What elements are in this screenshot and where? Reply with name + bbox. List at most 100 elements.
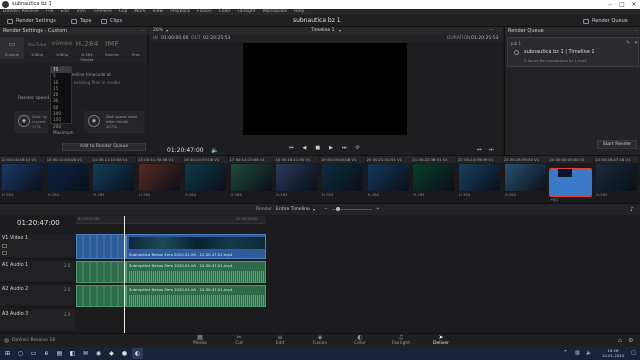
clip-thumbnail-card[interactable]: 16 00:13:57:08 V1 H.264 [182, 156, 228, 204]
render-settings-button[interactable]: Render Settings [4, 17, 59, 25]
page-tab-cut[interactable]: ✂ Cut [224, 335, 254, 347]
page-tab-media[interactable]: ▦ Media [185, 335, 215, 347]
delete-job-icon[interactable]: ✕ [634, 40, 638, 46]
out-timecode[interactable]: 02:20:25:53 [203, 35, 230, 42]
thumb-timecode: 00:21:32:51 [372, 157, 396, 162]
go-to-end-icon[interactable]: ⏭ [342, 145, 347, 151]
windows-start-icon[interactable]: ⊞ [2, 348, 13, 359]
volume-icon[interactable]: 🔈 [584, 348, 595, 359]
render-mode-select[interactable]: Entire Timeline [276, 207, 310, 212]
zoom-out-icon[interactable]: − [324, 207, 328, 212]
thumb-image [504, 164, 546, 191]
chrome-icon[interactable]: ◉ [93, 348, 104, 359]
page-tab-fairlight[interactable]: ♫ Fairlight [386, 335, 416, 347]
notification-area-icon[interactable]: ^ [560, 348, 571, 359]
zoom-slider-handle[interactable] [336, 207, 340, 211]
render-job-card[interactable]: Job 1 ✎ ✕ subnautica bz 1 | Timeline 1 3… [507, 37, 639, 67]
clip-thumbnail-card[interactable]: 24 00:00:00:00 V1 PNG [548, 156, 594, 204]
preset-youtube[interactable]: YouTube 1080p [25, 37, 49, 59]
track-level: 2.0 [64, 312, 71, 317]
pres-logo [125, 40, 147, 49]
store-icon[interactable]: ◧ [67, 348, 78, 359]
tape-button[interactable]: Tape [68, 17, 95, 25]
page-tab-edit[interactable]: ≡ Edit [265, 335, 295, 347]
viewer-zoom[interactable]: 26% [153, 27, 163, 35]
preset-custom[interactable]: ▭ Custom [0, 37, 24, 59]
preset-pres[interactable]: Pres [125, 37, 147, 59]
clip-thumbnail-card[interactable]: 23 00:26:39:55 V1 H.264 [502, 156, 548, 204]
page-tab-fusion[interactable]: ◈ Fusion [305, 335, 335, 347]
viewer-options-icon[interactable]: ⋯ [489, 27, 494, 35]
play-icon[interactable]: ▶ [329, 145, 333, 151]
audio-clip-a2[interactable]: Subnautica Below Zero 2020.01.06 - 12.50… [126, 285, 266, 307]
clip-thumbnail-card[interactable]: 19 00:19:00:08 V1 H.264 [319, 156, 365, 204]
clips-button[interactable]: Clips [98, 17, 125, 25]
video-clip-main[interactable]: Subnautica Below Zero 2020.01.06 - 12.50… [126, 234, 266, 259]
audio-clip-a1[interactable]: Subnautica Below Zero 2020.01.06 - 12.50… [126, 261, 266, 283]
preset-imf[interactable]: IMF Generic [100, 37, 124, 59]
edit-job-icon[interactable]: ✎ [626, 40, 630, 46]
audio-clip[interactable] [76, 285, 126, 307]
stop-icon[interactable]: ■ [315, 145, 320, 151]
mail-icon[interactable]: ✉ [80, 348, 91, 359]
step-back-icon[interactable]: ◀ [303, 145, 307, 151]
loop-icon[interactable]: ⟳ [355, 145, 359, 151]
volume-icon[interactable]: 🔈 [211, 147, 218, 154]
thumb-track: V1 [168, 157, 174, 162]
viewer-screen[interactable] [243, 43, 407, 135]
viewer-timeline-name[interactable]: Timeline 1 [311, 27, 334, 35]
more-icon[interactable]: ⋯ [140, 28, 145, 34]
home-icon[interactable]: ⌂ [618, 337, 622, 344]
render-queue-toggle[interactable]: Render Queue [580, 17, 631, 25]
dropdown-option[interactable]: Maximum [51, 130, 74, 136]
clip-thumbnail-card[interactable]: 25 00:26:47:18 V1 H.264 [594, 156, 640, 204]
clip-thumbnail-card[interactable]: 20 00:21:32:51 V1 H.264 [365, 156, 411, 204]
settings-gear-icon[interactable]: ⚙ [628, 337, 633, 344]
track-header-a2[interactable]: A2 Audio 2 2.0 [0, 285, 75, 307]
page-tab-color[interactable]: ◐ Color [345, 335, 375, 347]
add-to-render-queue-button[interactable]: Add to Render Queue [62, 143, 146, 151]
clip-thumbnail-card[interactable]: 14 00:11:10:08 V1 H.264 [91, 156, 137, 204]
in-timecode[interactable]: 01:00:00:00 [161, 35, 188, 42]
maximize-icon[interactable]: □ [616, 0, 628, 9]
track-enable-icon[interactable] [2, 251, 7, 255]
clip-thumbnail-card[interactable]: 22 00:24:39:09 V1 H.264 [457, 156, 502, 204]
more-icon[interactable]: ⋯ [633, 28, 638, 34]
track-header-v1[interactable]: V1 Video 1 [0, 234, 75, 259]
zoom-in-icon[interactable]: + [376, 207, 380, 212]
video-clip[interactable] [76, 234, 126, 259]
start-render-button[interactable]: Start Render [597, 140, 637, 149]
close-icon[interactable]: ✕ [628, 0, 640, 9]
resolve-taskbar-icon[interactable]: ◐ [132, 348, 143, 359]
clip-thumbnail-card[interactable]: 13 00:11:03:08 V1 H.264 [45, 156, 91, 204]
app-icon[interactable]: ◆ [106, 348, 117, 359]
track-header-a3[interactable]: A3 Audio 3 2.0 [0, 310, 75, 332]
clip-thumbnail-card[interactable]: 15 00:11:30:58 V1 H.264 [137, 156, 183, 204]
playhead[interactable] [124, 216, 125, 334]
lock-icon[interactable] [2, 244, 7, 248]
clip-thumbnail-card[interactable]: 21 00:22:38:51 V1 H.264 [411, 156, 457, 204]
track-header-a1[interactable]: A1 Audio 1 2.0 [0, 261, 75, 283]
search-icon[interactable]: ○ [15, 348, 26, 359]
go-to-start-icon[interactable]: ⏮ [289, 145, 294, 151]
job-checkbox[interactable] [514, 50, 519, 55]
task-view-icon[interactable]: ▭ [28, 348, 39, 359]
app-icon[interactable]: ● [119, 348, 130, 359]
clip-thumbnail-card[interactable]: 12 00:10:48:14 V1 H.264 [0, 156, 45, 204]
timeline-settings-icon[interactable]: ♪ [630, 206, 634, 213]
clip-thumbnail-card[interactable]: 18 00:16:11:00 V1 H.264 [274, 156, 320, 204]
taskbar-clock[interactable]: 19:16 10-01-2020 [600, 348, 626, 358]
clip-thumbnail-card[interactable]: 17 00:14:15:06 V1 H.264 [228, 156, 274, 204]
previous-clip-icon[interactable]: ⏮ [477, 147, 482, 153]
edge-icon[interactable]: e [41, 348, 52, 359]
preset-h264-master[interactable]: H.264 H.264 Master [75, 37, 99, 62]
audio-clip[interactable] [76, 261, 126, 283]
next-clip-icon[interactable]: ⏭ [489, 147, 494, 153]
file-explorer-icon[interactable]: ▤ [54, 348, 65, 359]
minimize-icon[interactable]: – [604, 0, 616, 9]
timeline-ruler[interactable]: 01:00:00:00 02:00:00:00 [76, 216, 266, 224]
preset-vimeo[interactable]: vimeo 1080p [50, 37, 74, 59]
page-tab-deliver[interactable]: ➤ Deliver [426, 335, 456, 347]
action-center-icon[interactable]: ▢ [628, 348, 639, 359]
network-icon[interactable]: ▥ [572, 348, 583, 359]
